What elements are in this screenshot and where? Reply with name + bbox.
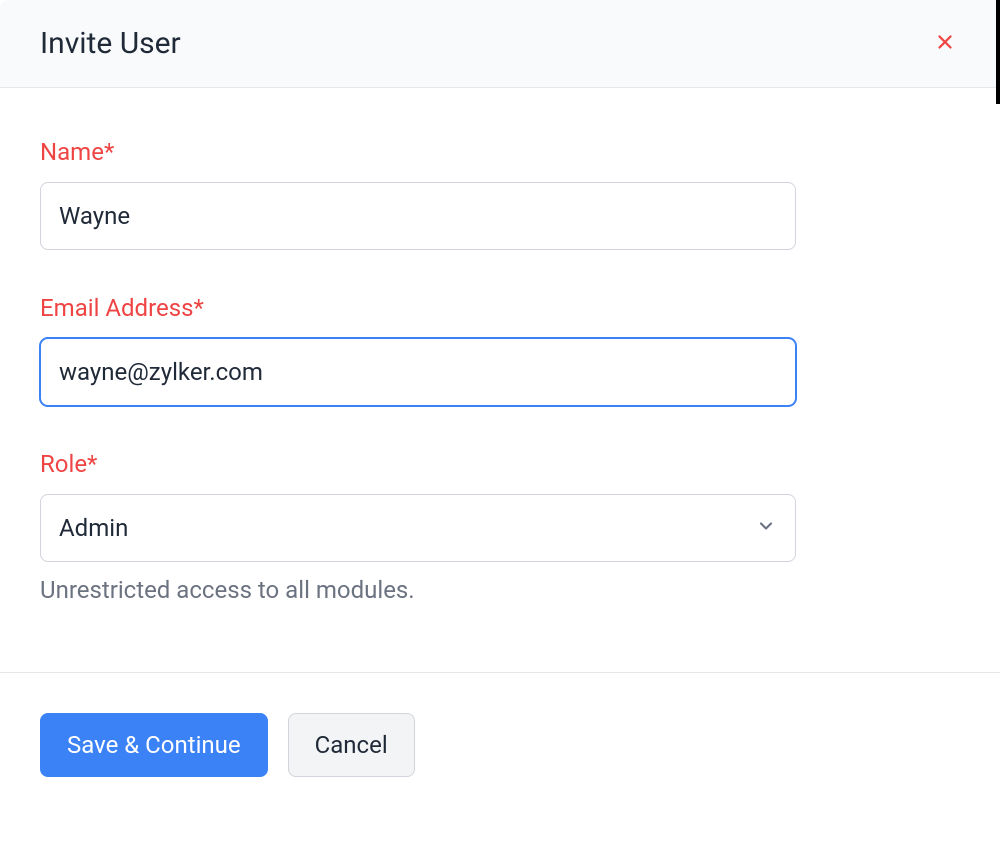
name-input[interactable] xyxy=(40,182,796,250)
form-group-role: Role* Admin Unrestricted access to all m… xyxy=(40,450,960,604)
modal-title: Invite User xyxy=(40,26,181,61)
modal-body: Name* Email Address* Role* Admin Unrestr… xyxy=(0,88,1000,672)
name-label: Name* xyxy=(40,138,960,166)
save-continue-button[interactable]: Save & Continue xyxy=(40,713,268,777)
form-group-email: Email Address* xyxy=(40,294,960,406)
right-edge-decoration xyxy=(996,0,1000,104)
close-icon xyxy=(934,31,956,56)
role-help-text: Unrestricted access to all modules. xyxy=(40,576,960,604)
email-input[interactable] xyxy=(40,338,796,406)
close-button[interactable] xyxy=(930,27,960,60)
cancel-button[interactable]: Cancel xyxy=(288,713,415,777)
invite-user-modal: Invite User Name* Email Address* Role* A… xyxy=(0,0,1000,817)
form-group-name: Name* xyxy=(40,138,960,250)
role-label: Role* xyxy=(40,450,960,478)
modal-footer: Save & Continue Cancel xyxy=(0,672,1000,817)
modal-header: Invite User xyxy=(0,0,1000,88)
role-select-wrap: Admin xyxy=(40,494,796,562)
role-select[interactable]: Admin xyxy=(40,494,796,562)
email-label: Email Address* xyxy=(40,294,960,322)
